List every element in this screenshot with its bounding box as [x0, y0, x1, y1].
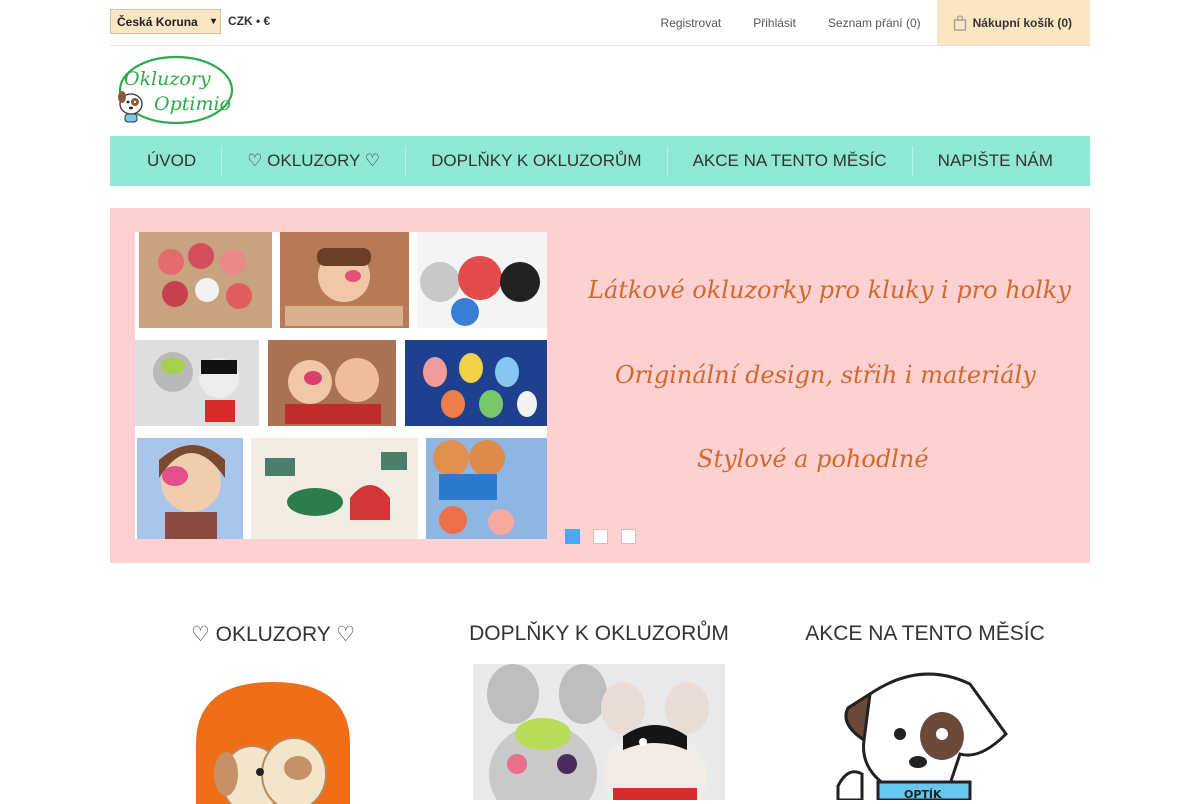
- slide-line-3: Stylové a pohodlné: [697, 445, 929, 473]
- logo-text-1: Okluzory: [124, 68, 211, 90]
- cart-label: Nákupní košík (0): [972, 15, 1072, 30]
- menu-item-okluzory[interactable]: ♡ OKLUZORY ♡: [222, 151, 405, 171]
- category-image: [473, 664, 725, 800]
- top-bar: Česká Koruna ▾ CZK • € Registrovat Přihl…: [110, 0, 1090, 46]
- cart-button[interactable]: Nákupní košík (0): [936, 0, 1090, 45]
- category-monthly-sale[interactable]: AKCE NA TENTO MĚSÍC OPTÍK: [762, 620, 1088, 800]
- category-title[interactable]: DOPLŇKY K OKLUZORŮM: [436, 622, 762, 646]
- slider-pagination: [565, 529, 636, 544]
- login-link[interactable]: Přihlásit: [737, 0, 812, 45]
- slide-line-1: Látkové okluzorky pro kluky i pro holky: [588, 276, 1071, 304]
- account-links: Registrovat Přihlásit Seznam přání (0) N…: [645, 0, 1090, 45]
- slider-dot-3[interactable]: [621, 529, 636, 544]
- menu-item-accessories[interactable]: DOPLŇKY K OKLUZORŮM: [406, 151, 666, 171]
- category-image: [196, 682, 350, 804]
- site-logo[interactable]: Okluzory Optimio: [114, 54, 234, 128]
- category-image: OPTÍK: [836, 672, 1008, 800]
- menu-item-home[interactable]: ÚVOD: [122, 151, 221, 171]
- menu-item-contact[interactable]: NAPIŠTE NÁM: [913, 151, 1078, 171]
- currency-select-value: Česká Koruna: [117, 14, 198, 29]
- register-link[interactable]: Registrovat: [645, 0, 738, 45]
- currency-select[interactable]: Česká Koruna ▾: [110, 9, 221, 34]
- shopping-bag-icon: [953, 14, 966, 31]
- chevron-down-icon: ▾: [210, 16, 216, 27]
- category-title[interactable]: AKCE NA TENTO MĚSÍC: [762, 622, 1088, 646]
- hero-slider[interactable]: Látkové okluzorky pro kluky i pro holky …: [110, 208, 1090, 563]
- currency-note: CZK • €: [228, 14, 271, 28]
- category-okluzory[interactable]: ♡ OKLUZORY ♡: [110, 620, 436, 804]
- category-grid: ♡ OKLUZORY ♡ DOPLŇKY K OKLUZORŮM AKCE NA…: [110, 620, 1090, 804]
- svg-text:OPTÍK: OPTÍK: [904, 788, 942, 800]
- main-menu: ÚVOD ♡ OKLUZORY ♡ DOPLŇKY K OKLUZORŮM AK…: [110, 136, 1090, 186]
- product-collage-image: [135, 232, 547, 539]
- category-accessories[interactable]: DOPLŇKY K OKLUZORŮM: [436, 620, 762, 800]
- wishlist-link[interactable]: Seznam přání (0): [812, 0, 937, 45]
- slide-line-2: Originální design, střih i materiály: [615, 361, 1036, 389]
- slider-dot-2[interactable]: [593, 529, 608, 544]
- logo-text-2: Optimio: [154, 93, 231, 115]
- category-title[interactable]: ♡ OKLUZORY ♡: [110, 622, 436, 647]
- menu-item-monthly-sale[interactable]: AKCE NA TENTO MĚSÍC: [668, 151, 912, 171]
- logo-image: Okluzory Optimio: [118, 55, 234, 125]
- slider-dot-1[interactable]: [565, 529, 580, 544]
